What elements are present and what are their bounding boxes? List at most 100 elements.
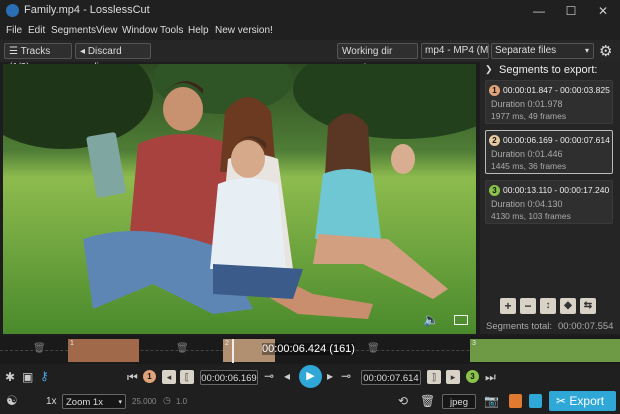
set-start-button[interactable]: ⟦ [180,370,194,384]
segment-duration: Duration 0:01.978 [491,99,563,109]
segment-number: 3 [489,185,500,196]
segment-duration: Duration 0:04.130 [491,199,563,209]
segment-range: 00:00:06.169 - 00:00:07.614 [503,135,610,145]
menu-file[interactable]: File [6,25,22,36]
timeline-segment-1[interactable]: 1 [68,339,139,362]
video-player[interactable]: 🔈 [3,64,476,334]
play-button[interactable]: ▶ [299,365,322,388]
segment-number: 2 [489,135,500,146]
segment-frames: 1977 ms, 49 frames [491,111,567,121]
calendar-icon[interactable] [529,394,542,408]
segment-end-input[interactable]: 00:00:07.614 [361,370,421,385]
gear-icon[interactable]: ⚙ [599,42,612,60]
jump-start-icon[interactable]: ⏮ [127,370,138,385]
arrow-left-icon: ◂ [80,46,88,57]
window-title: Family.mp4 - LosslessCut [24,4,150,16]
title-bar: Family.mp4 - LosslessCut — ☐ ✕ [0,0,620,22]
film-icon[interactable] [509,394,522,408]
output-mode-value: Separate files [495,45,557,56]
zoom-select[interactable]: Zoom 1x ▾ [62,394,126,409]
timeline-segment-3[interactable]: 3 [470,339,620,362]
segments-header: Segments to export: [499,64,598,76]
timeline[interactable]: 1 2 3 🗑 🗑 🗑 00:00:06.424 (161) [0,336,620,364]
discard-audio-button[interactable]: ◂ Discard audio [75,43,151,73]
settings-icon[interactable]: ✱ [5,370,15,384]
clock-icon: ◷ [163,395,171,405]
segment-3-chip[interactable]: 3 [466,370,479,383]
remove-segment-button[interactable]: − [520,298,536,314]
key-icon[interactable]: ⚷ [40,369,49,383]
collapse-icon[interactable]: ❯ [485,64,493,75]
close-button[interactable]: ✕ [588,2,618,20]
zoom-value: Zoom 1x [66,397,103,408]
menu-segments[interactable]: Segments [51,25,96,36]
menu-help[interactable]: Help [188,25,209,36]
tracks-button[interactable]: ☰ Tracks (1/2) [4,43,72,73]
segments-total-label: Segments total: [486,321,553,332]
toolbar: ☰ Tracks (1/2) ◂ Discard audio Working d… [0,40,620,73]
segment-duration: Duration 0:01.446 [491,149,563,159]
step-forward-icon[interactable]: ▸ [327,369,333,383]
scissors-icon: ✂ [556,394,570,408]
jump-end-icon[interactable]: ⏭ [485,370,496,385]
subtitles-icon[interactable] [454,315,468,325]
split-icon[interactable]: ⇆ [580,298,596,314]
menu-edit[interactable]: Edit [28,25,45,36]
chevron-down-icon: ▾ [118,399,122,406]
format-select[interactable]: mp4 - MP4 (M [421,43,489,59]
segment-1-chip[interactable]: 1 [143,370,156,383]
menu-bar: File Edit Segments View Window Tools Hel… [0,22,620,40]
trash-icon[interactable]: 🗑 [176,343,189,354]
menu-tools[interactable]: Tools [160,25,183,36]
camera-icon[interactable]: 📷 [484,394,499,408]
menu-new-version[interactable]: New version! [215,25,273,36]
multiplier-value: 1.0 [176,397,188,406]
segment-start-input[interactable]: 00:00:06.169 [200,370,258,385]
video-frame [3,64,476,334]
set-end-button[interactable]: ⟧ [427,370,441,384]
trash-icon[interactable]: 🗑 [367,343,380,354]
menu-window[interactable]: Window [122,25,158,36]
yin-yang-icon[interactable]: ☯ [6,393,18,409]
segments-total-value: 00:00:07.554 [558,321,614,332]
export-label: Export [569,394,605,408]
minimize-button[interactable]: — [524,2,554,20]
segment-range: 00:00:13.110 - 00:00:17.240 [503,185,610,195]
list-icon: ☰ [9,46,21,57]
app-logo-icon [6,4,19,17]
segments-panel: ❯ Segments to export: 1 00:00:01.847 - 0… [480,62,620,334]
rotate-icon[interactable]: ⟲ [398,394,408,408]
segment-range: 00:00:01.847 - 00:00:03.825 [503,85,610,95]
trash-icon[interactable]: 🗑 [33,343,46,354]
trash-icon[interactable]: 🗑 [420,394,435,408]
export-button[interactable]: ✂ Export [549,391,616,411]
sort-segments-button[interactable]: ↕ [540,298,556,314]
capture-format-select[interactable]: jpeg [442,394,476,409]
chevron-down-icon: ▾ [584,46,589,55]
segment-label: 1 [70,340,74,347]
key-icon[interactable]: ⊸ [264,369,274,383]
segment-frames: 1445 ms, 36 frames [491,161,567,171]
image-icon[interactable]: ▣ [22,370,33,384]
key-icon[interactable]: ⊸ [341,369,351,383]
speed-label: 1x [46,396,57,407]
tag-icon[interactable]: ◆ [560,298,576,314]
volume-icon[interactable]: 🔈 [423,312,439,328]
segment-item-3[interactable]: 3 00:00:13.110 - 00:00:17.240 Duration 0… [485,180,613,224]
menu-view[interactable]: View [96,25,118,36]
prev-segment-button[interactable]: ◂ [162,370,176,384]
segment-item-1[interactable]: 1 00:00:01.847 - 00:00:03.825 Duration 0… [485,80,613,124]
playhead[interactable] [232,339,234,363]
segment-item-2[interactable]: 2 00:00:06.169 - 00:00:07.614 Duration 0… [485,130,613,174]
maximize-button[interactable]: ☐ [556,2,586,20]
segment-label: 3 [472,340,476,347]
format-value: mp4 - MP4 (M [425,45,489,56]
working-dir-button[interactable]: Working dir unset [337,43,418,73]
segment-label: 2 [225,340,229,347]
add-segment-button[interactable]: + [500,298,516,314]
step-back-icon[interactable]: ◂ [284,369,290,383]
output-mode-select[interactable]: Separate files ▾ [491,43,594,59]
bottom-bar: ☯ 1x Zoom 1x ▾ 25.000 ◷ 1.0 ⟲ 🗑 jpeg 📷 ✂… [0,390,620,414]
segment-frames: 4130 ms, 103 frames [491,211,571,221]
next-segment-button[interactable]: ▸ [446,370,460,384]
